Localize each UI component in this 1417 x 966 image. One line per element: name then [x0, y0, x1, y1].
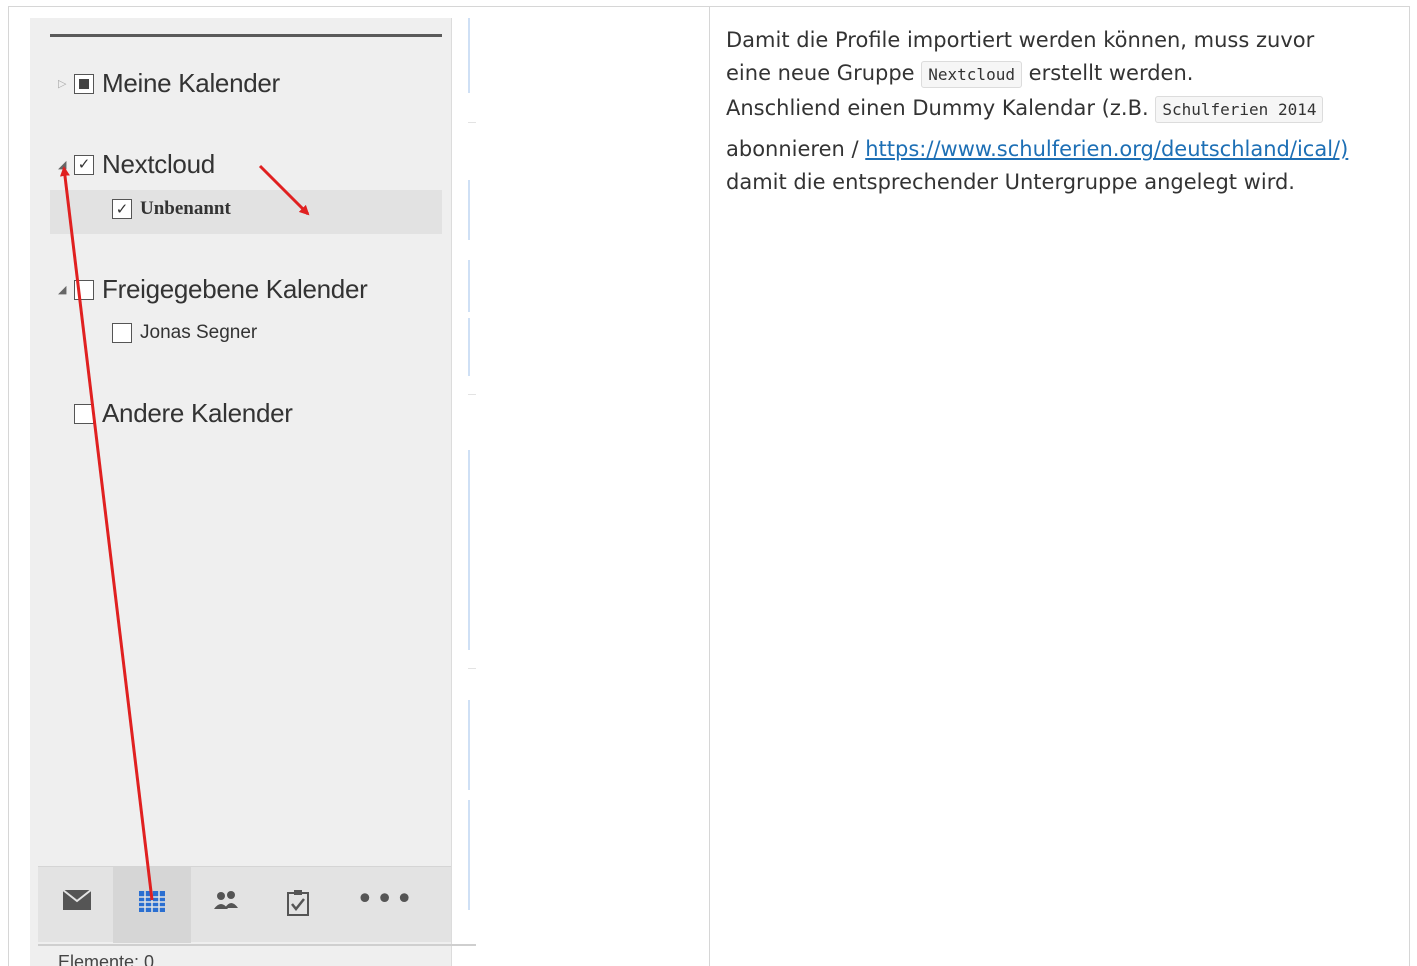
group-andere-kalender[interactable]: Andere Kalender — [74, 398, 293, 429]
calendar-icon[interactable] — [138, 889, 166, 918]
instruction-line-1: Damit die Profile importiert werden könn… — [726, 24, 1406, 57]
group-label: Freigegebene Kalender — [102, 274, 368, 304]
more-icon[interactable]: ••• — [356, 885, 415, 915]
text-span: Anschliend einen Dummy Kalendar (z.B. — [726, 96, 1156, 120]
instruction-text: Damit die Profile importiert werden könn… — [726, 24, 1406, 199]
item-count-text: Elemente: 0 — [58, 952, 155, 966]
calendar-checkbox[interactable] — [112, 323, 132, 343]
group-label: Meine Kalender — [102, 68, 280, 98]
collapse-triangle-icon[interactable]: ◢ — [58, 158, 74, 171]
expand-triangle-icon[interactable]: ▷ — [58, 77, 74, 90]
group-name-code: Nextcloud — [921, 61, 1022, 88]
calendar-item-jonas-segner[interactable]: Jonas Segner — [112, 322, 257, 344]
group-checkbox[interactable] — [74, 403, 94, 424]
status-separator — [38, 944, 476, 946]
group-meine-kalender[interactable]: ▷ Meine Kalender — [58, 68, 280, 99]
calendar-label: Unbenannt — [140, 198, 231, 219]
pane-separator — [50, 34, 442, 37]
text-span: abonnieren / — [726, 137, 866, 161]
calendar-screenshot: ▷ Meine Kalender ◢ ✓ Nextcloud ✓ Unbenan… — [30, 18, 476, 966]
calendar-label: Jonas Segner — [140, 322, 258, 343]
instruction-line-4: abonnieren / https://www.schulferien.org… — [726, 133, 1406, 166]
text-span: eine neue Gruppe — [726, 61, 922, 85]
group-label: Andere Kalender — [102, 398, 293, 428]
text-span: damit die entsprechender Untergruppe ang… — [726, 170, 1295, 194]
module-nav-bar: ••• — [38, 866, 451, 943]
collapse-triangle-icon[interactable]: ◢ — [58, 283, 74, 296]
mail-icon[interactable] — [62, 889, 92, 916]
instruction-line-5: damit die entsprechender Untergruppe ang… — [726, 166, 1406, 199]
group-label: Nextcloud — [102, 149, 215, 179]
calendar-grid-edge — [451, 18, 476, 966]
text-span: Damit die Profile importiert werden könn… — [726, 28, 1315, 52]
example-calendar-code: Schulferien 2014 — [1155, 96, 1324, 123]
selected-row-highlight — [50, 190, 442, 234]
group-checkbox[interactable] — [74, 73, 94, 94]
calendar-checkbox[interactable]: ✓ — [112, 199, 132, 219]
group-nextcloud[interactable]: ◢ ✓ Nextcloud — [58, 149, 215, 180]
group-freigegebene-kalender[interactable]: ◢ Freigegebene Kalender — [58, 274, 368, 305]
instruction-line-2: eine neue Gruppe Nextcloud erstellt werd… — [726, 57, 1406, 91]
group-checkbox[interactable] — [74, 279, 94, 300]
calendar-folder-pane: ▷ Meine Kalender ◢ ✓ Nextcloud ✓ Unbenan… — [30, 18, 451, 966]
calendar-item-unbenannt[interactable]: ✓ Unbenannt — [112, 198, 231, 220]
ical-link[interactable]: https://www.schulferien.org/deutschland/… — [865, 137, 1348, 161]
text-span: erstellt werden. — [1021, 61, 1194, 85]
group-checkbox[interactable]: ✓ — [74, 154, 94, 175]
instruction-line-3: Anschliend einen Dummy Kalendar (z.B. Sc… — [726, 91, 1406, 127]
column-divider — [709, 6, 710, 966]
people-icon[interactable] — [212, 889, 240, 916]
tasks-icon[interactable] — [286, 889, 310, 922]
